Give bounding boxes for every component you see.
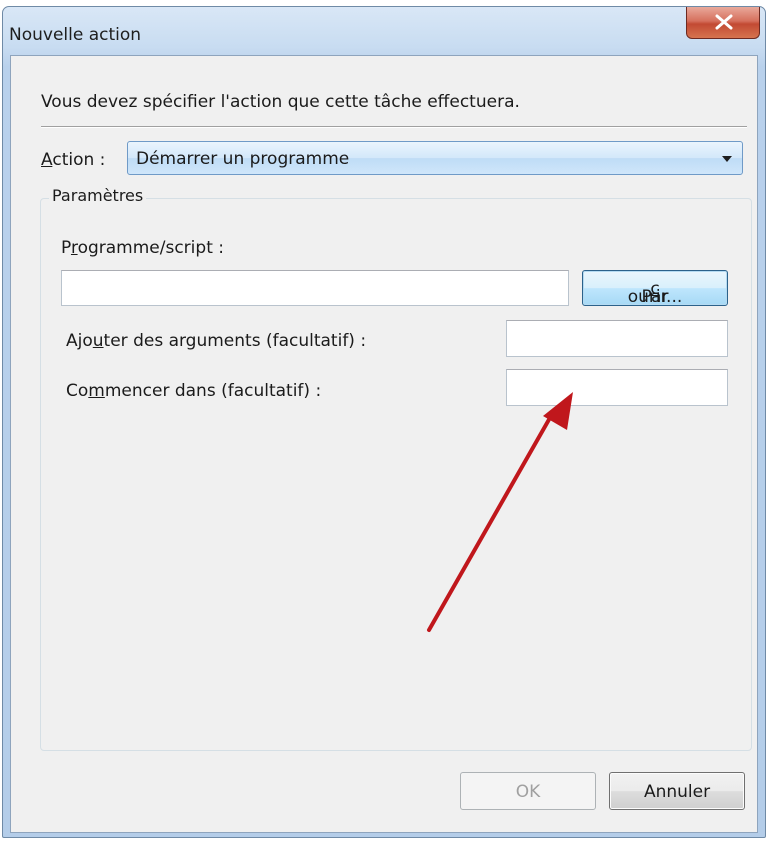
instruction-text: Vous devez spécifier l'action que cette … xyxy=(41,92,520,112)
action-dropdown[interactable]: Démarrer un programme xyxy=(127,141,743,175)
program-script-label: Programme/script : xyxy=(61,238,224,258)
parameters-legend: Paramètres xyxy=(49,186,147,205)
close-icon xyxy=(715,14,733,30)
program-script-input[interactable] xyxy=(61,270,569,306)
separator xyxy=(41,126,747,128)
action-dropdown-value: Démarrer un programme xyxy=(136,149,350,169)
close-button[interactable] xyxy=(686,7,760,39)
window-title: Nouvelle action xyxy=(9,25,142,45)
action-label: Action : xyxy=(41,150,106,170)
cancel-button[interactable]: Annuler xyxy=(609,772,745,810)
arguments-input[interactable] xyxy=(506,320,728,357)
browse-button-label: Par c ourir... xyxy=(627,279,683,307)
cancel-button-label: Annuler xyxy=(643,782,711,802)
chevron-down-icon[interactable] xyxy=(722,156,732,162)
title-bar[interactable]: Nouvelle action xyxy=(3,7,765,57)
start-in-label: Commencer dans (facultatif) : xyxy=(66,381,322,401)
browse-button[interactable]: Par c ourir... xyxy=(582,270,728,307)
ok-button[interactable]: OK xyxy=(460,772,596,810)
annotation-arrow xyxy=(427,392,573,632)
dialog-content: Vous devez spécifier l'action que cette … xyxy=(10,55,758,833)
arguments-label: Ajouter des arguments (facultatif) : xyxy=(66,331,367,351)
dialog-window: Nouvelle action Vous devez spécifier l'a… xyxy=(2,6,766,838)
ok-button-label: OK xyxy=(515,782,541,802)
